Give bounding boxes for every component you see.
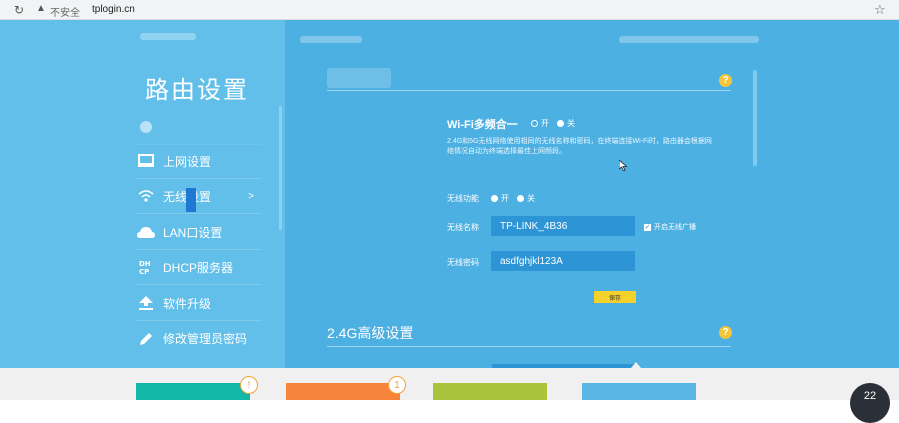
divider xyxy=(327,90,731,91)
status-tile-wireless[interactable] xyxy=(582,383,696,400)
cloud-icon xyxy=(136,224,156,240)
monitor-icon xyxy=(136,153,156,169)
upload-icon xyxy=(136,295,156,311)
count-badge: 1 xyxy=(388,376,406,394)
wireless-func-radio-group: 开 关 xyxy=(491,193,543,204)
header-text xyxy=(300,36,362,43)
broadcast-label[interactable]: 开启无线广播 xyxy=(654,222,696,232)
ssid-label: 无线名称 xyxy=(447,223,479,232)
func-on-radio[interactable] xyxy=(491,195,498,202)
status-tile-router[interactable] xyxy=(286,383,400,400)
main-content: ? Wi-Fi多频合一 开 关 2.4G和5G无线网络使用相同的无线名称和密码，… xyxy=(285,20,899,368)
merge-on-radio[interactable] xyxy=(531,120,538,127)
security-label[interactable]: 不安全 xyxy=(50,4,80,19)
status-tile-network[interactable] xyxy=(136,383,250,400)
broadcast-checkbox[interactable]: ✓ xyxy=(644,223,651,231)
wifi-merge-description: 2.4G和5G无线网络使用相同的无线名称和密码，在终端连接Wi-Fi时，路由器会… xyxy=(447,138,712,155)
merge-on-label[interactable]: 开 xyxy=(541,118,549,129)
wifi-icon xyxy=(136,188,156,204)
pencil-icon xyxy=(136,331,156,347)
save-button[interactable]: 保存 xyxy=(594,291,636,303)
wifi-merge-label: Wi-Fi多频合一 xyxy=(447,119,518,131)
sidebar-item-upgrade[interactable]: 软件升级 xyxy=(136,286,262,321)
url-text[interactable]: tplogin.cn xyxy=(92,4,135,15)
sidebar-item-blurred[interactable] xyxy=(136,110,262,145)
divider xyxy=(327,346,731,347)
content-scrollbar[interactable] xyxy=(753,70,757,166)
func-on-label[interactable]: 开 xyxy=(501,193,509,204)
advanced-section-title: 2.4G高级设置 xyxy=(327,325,414,341)
merge-off-radio[interactable] xyxy=(557,120,564,127)
func-off-radio[interactable] xyxy=(517,195,524,202)
router-page: 路由设置 上网设置 无线设置 > LAN口设置 DH CP DHCP服务器 软件… xyxy=(0,20,899,368)
alert-badge-icon: ! xyxy=(240,376,258,394)
password-input[interactable]: asdfghjkl123A xyxy=(491,251,635,271)
bookmark-star-icon[interactable]: ☆ xyxy=(874,2,886,18)
sidebar-item-label: 上网设置 xyxy=(163,154,212,169)
svg-text:DH: DH xyxy=(139,260,151,268)
sidebar-scrollbar[interactable] xyxy=(279,106,282,230)
wireless-section-title xyxy=(327,68,391,88)
sidebar-item-label: 软件升级 xyxy=(163,296,212,311)
help-icon[interactable]: ? xyxy=(719,74,732,87)
sidebar-item-dhcp[interactable]: DH CP DHCP服务器 xyxy=(136,250,262,285)
svg-text:CP: CP xyxy=(139,268,149,275)
func-off-label[interactable]: 关 xyxy=(527,193,535,204)
sidebar-item-wireless[interactable]: 无线设置 > xyxy=(136,179,262,214)
merge-off-label[interactable]: 关 xyxy=(567,118,575,129)
sidebar-item-lan[interactable]: LAN口设置 xyxy=(136,215,262,250)
dhcp-icon: DH CP xyxy=(136,259,156,275)
browser-address-bar: ↻ ▲ 不安全 tplogin.cn ☆ xyxy=(0,0,899,20)
mouse-cursor-icon xyxy=(618,159,628,174)
broadcast-checkbox-row[interactable]: ✓ 开启无线广播 xyxy=(644,222,696,232)
reload-icon[interactable]: ↻ xyxy=(14,3,24,17)
logo xyxy=(140,33,196,40)
sidebar-item-label: DHCP服务器 xyxy=(163,260,234,275)
sidebar-item-label: 修改管理员密码 xyxy=(163,332,248,346)
sidebar-item-admin-password[interactable]: 修改管理员密码 xyxy=(136,321,262,356)
bottom-status-panel: ! 1 22 xyxy=(0,368,899,423)
sidebar-title: 路由设置 xyxy=(145,77,249,104)
sidebar-item-label: 无线设置 xyxy=(163,189,212,204)
speed-indicator: 22 xyxy=(850,383,890,423)
help-icon[interactable]: ? xyxy=(719,326,732,339)
warning-icon[interactable]: ▲ xyxy=(36,3,46,14)
sidebar-item-internet[interactable]: 上网设置 xyxy=(136,144,262,179)
status-tile-devices[interactable] xyxy=(433,383,547,400)
header-links[interactable] xyxy=(619,36,759,43)
blurred-icon xyxy=(136,119,156,135)
sidebar-item-label: LAN口设置 xyxy=(163,225,223,240)
wireless-func-label: 无线功能 xyxy=(447,194,479,203)
password-label: 无线密码 xyxy=(447,258,479,267)
chevron-right-icon: > xyxy=(248,190,254,202)
wifi-merge-radio-group: 开 关 xyxy=(531,118,583,129)
sidebar: 路由设置 上网设置 无线设置 > LAN口设置 DH CP DHCP服务器 软件… xyxy=(0,20,285,368)
ssid-input[interactable]: TP-LINK_4B36 xyxy=(491,216,635,236)
